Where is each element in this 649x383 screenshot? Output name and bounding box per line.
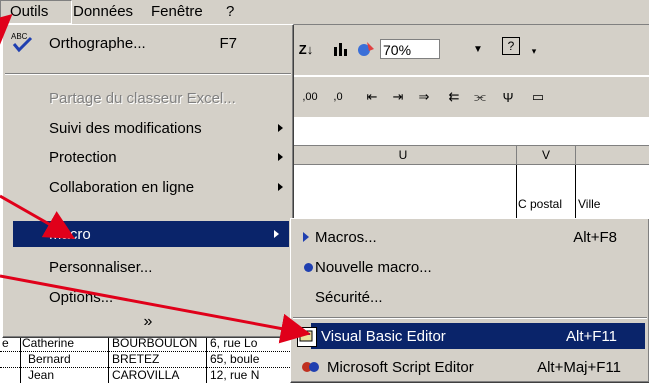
menu-item-securite[interactable]: Sécurité... xyxy=(291,283,649,311)
submenu-arrow-icon xyxy=(274,230,279,238)
split-icon[interactable]: Ψ xyxy=(496,85,520,109)
cell[interactable]: 65, boule xyxy=(210,352,259,366)
play-icon xyxy=(303,232,309,242)
menu-help[interactable]: ? xyxy=(226,3,234,20)
expand-menu-icon[interactable]: » xyxy=(3,313,293,331)
drawing-icon[interactable] xyxy=(354,37,378,61)
zoom-select[interactable]: 70% xyxy=(380,39,440,59)
chart-icon[interactable] xyxy=(330,37,354,61)
script-editor-icon xyxy=(301,358,321,380)
toolbar-options-icon[interactable]: ▾ xyxy=(522,39,546,63)
formula-bar[interactable] xyxy=(290,117,649,146)
decrease-indent-icon[interactable]: ⇤ xyxy=(360,85,384,109)
menu-item-suivi[interactable]: Suivi des modifications xyxy=(3,114,293,142)
svg-text:ABC: ABC xyxy=(11,32,28,41)
outils-menu: ABC Orthographe... F7 Partage du classeu… xyxy=(2,24,294,338)
sheet-cells: C postal Ville xyxy=(290,165,649,220)
submenu-arrow-icon xyxy=(278,183,283,191)
distribute-icon[interactable]: ⫘ xyxy=(468,85,492,109)
menu-item-macros[interactable]: Macros... Alt+F8 xyxy=(291,223,649,251)
submenu-arrow-icon xyxy=(278,153,283,161)
align-icon[interactable]: ⇇ xyxy=(442,85,466,109)
menu-item-visual-basic-editor[interactable]: Visual Basic Editor Alt+F11 xyxy=(297,323,645,349)
merge-icon[interactable]: ⇒ xyxy=(412,85,436,109)
menu-donnees[interactable]: Données xyxy=(73,3,133,20)
menu-item-script-editor[interactable]: Microsoft Script Editor Alt+Maj+F11 xyxy=(291,353,649,381)
decrease-decimal-icon[interactable]: ,0 xyxy=(326,85,350,109)
submenu-arrow-icon xyxy=(278,124,283,132)
macro-submenu: Macros... Alt+F8 Nouvelle macro... Sécur… xyxy=(290,218,649,383)
borders-icon[interactable]: ▭ xyxy=(526,85,550,109)
cell[interactable]: Bernard xyxy=(28,352,71,366)
standard-toolbar: Z↓ 70% ▼ ? ▾ xyxy=(290,25,649,75)
menu-item-macro[interactable]: Macro xyxy=(13,221,289,247)
column-header-u[interactable]: U xyxy=(290,146,517,164)
cell-border xyxy=(516,165,517,220)
cell-ville[interactable]: Ville xyxy=(578,197,600,211)
help-icon[interactable]: ? xyxy=(502,37,520,55)
cell-border xyxy=(20,336,21,383)
increase-decimal-icon[interactable]: ,00 xyxy=(298,85,322,109)
cell[interactable]: 6, rue Lo xyxy=(210,336,257,350)
menu-item-options[interactable]: Options... xyxy=(3,283,293,311)
menu-item-protection[interactable]: Protection xyxy=(3,143,293,171)
menu-item-nouvelle-macro[interactable]: Nouvelle macro... xyxy=(291,253,649,281)
cell[interactable]: BRETEZ xyxy=(112,352,159,366)
table-row: Bernard BRETEZ 65, boule xyxy=(0,352,292,368)
menu-item-collaboration[interactable]: Collaboration en ligne xyxy=(3,173,293,201)
chevron-down-icon[interactable]: ▼ xyxy=(466,37,490,61)
cell-border xyxy=(206,336,207,383)
cell[interactable]: Jean xyxy=(28,368,54,382)
formatting-toolbar: ,00 ,0 ⇤ ⇥ ⇒ ⇇ ⫘ Ψ ▭ xyxy=(290,76,649,117)
menu-item-orthographe[interactable]: ABC Orthographe... F7 xyxy=(3,29,293,57)
cell[interactable]: 12, rue N xyxy=(210,368,259,382)
menu-item-personnaliser[interactable]: Personnaliser... xyxy=(3,253,293,281)
cell[interactable]: CAROVILLA xyxy=(112,368,179,382)
record-icon xyxy=(304,262,313,272)
table-row: Jean CAROVILLA 12, rue N xyxy=(0,368,292,383)
cell-border xyxy=(575,165,576,220)
menu-outils[interactable]: Outils xyxy=(10,3,48,20)
cell-c-postal[interactable]: C postal xyxy=(518,197,562,211)
table-row: e Catherine BOURBOULON 6, rue Lo xyxy=(0,336,292,352)
menu-fenetre[interactable]: Fenêtre xyxy=(151,3,203,20)
sheet-rows: e Catherine BOURBOULON 6, rue Lo Bernard… xyxy=(0,336,292,383)
menu-separator xyxy=(293,317,647,319)
sort-desc-icon[interactable]: Z↓ xyxy=(294,37,318,61)
cell[interactable]: e xyxy=(2,336,9,350)
menu-item-partage: Partage du classeur Excel... xyxy=(49,89,236,107)
spellcheck-icon: ABC xyxy=(11,31,37,55)
menu-bar: Outils Données Fenêtre ? xyxy=(0,0,649,25)
menu-separator xyxy=(5,73,291,75)
vb-editor-icon xyxy=(297,327,317,347)
cell-border xyxy=(108,336,109,383)
cell[interactable]: BOURBOULON xyxy=(112,336,197,350)
column-header-v[interactable]: V xyxy=(517,146,576,164)
increase-indent-icon[interactable]: ⇥ xyxy=(386,85,410,109)
cell[interactable]: Catherine xyxy=(22,336,74,350)
column-headers: U V xyxy=(290,146,649,165)
